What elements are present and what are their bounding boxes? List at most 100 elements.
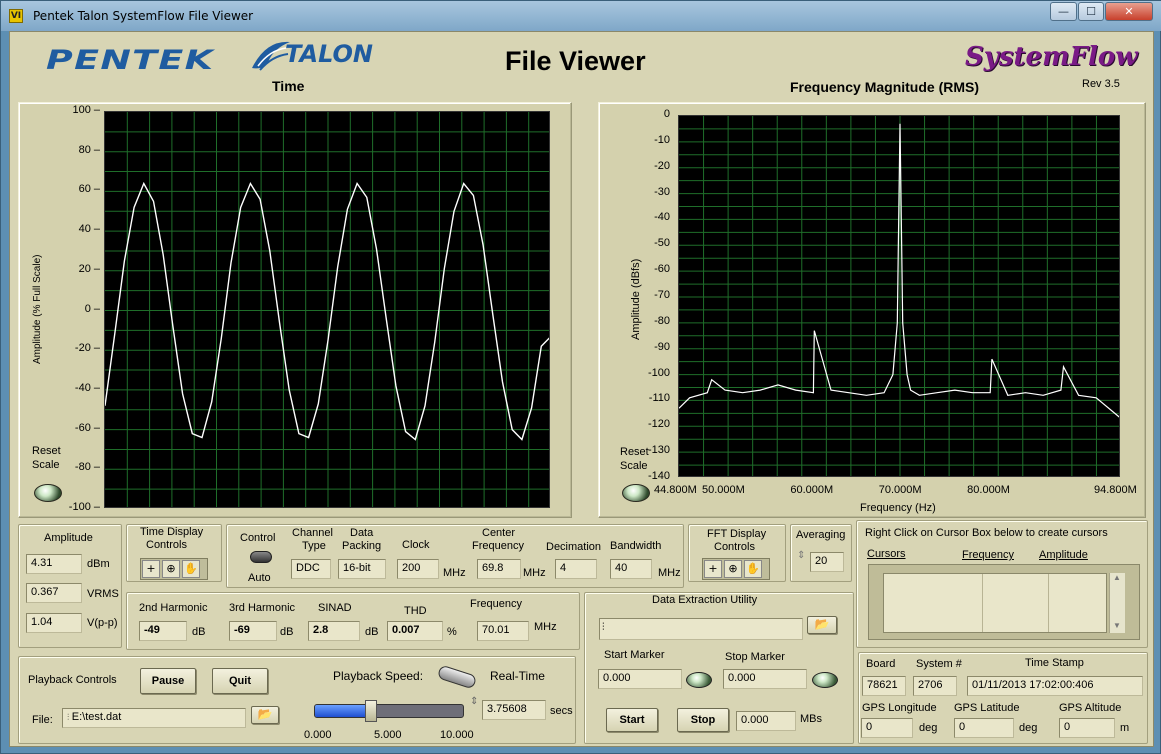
- freq-ytick-label: 0: [663, 108, 670, 120]
- amplitude-vpp-field: 1.04: [26, 613, 82, 633]
- start-marker-led[interactable]: [686, 672, 712, 688]
- board-field: 78621: [862, 676, 906, 696]
- channel-type-label1: Channel: [292, 527, 333, 539]
- cursor-box[interactable]: ▲ ▼: [868, 564, 1140, 640]
- systemflow-logo: SystemFlow: [965, 42, 1138, 72]
- gps-lon-field: 0: [861, 718, 913, 738]
- amplitude-col-header: Amplitude: [1039, 549, 1088, 561]
- freq-xtick-label: 80.000M: [967, 484, 1010, 496]
- path-icon: ⫶: [602, 622, 605, 633]
- hand-icon[interactable]: ✋: [744, 560, 762, 578]
- start-marker-label: Start Marker: [604, 649, 665, 661]
- extraction-browse-button[interactable]: 📂: [807, 616, 837, 634]
- freq-xtick-label: 70.000M: [878, 484, 922, 496]
- time-display-title2: Controls: [146, 539, 187, 551]
- timestamp-label: Time Stamp: [1025, 657, 1084, 669]
- page-title: File Viewer: [505, 46, 646, 76]
- slider-spin-icon[interactable]: ⇕: [470, 696, 478, 707]
- freq-ytick-label: -90: [654, 340, 670, 353]
- extraction-title: Data Extraction Utility: [652, 594, 758, 606]
- gps-alt-unit: m: [1120, 722, 1130, 734]
- board-label: Board: [866, 658, 896, 670]
- slider-unit: secs: [550, 705, 573, 717]
- freq-graph-plot[interactable]: [678, 115, 1120, 477]
- bandwidth-unit: MHz: [658, 567, 681, 579]
- zoom-icon[interactable]: ⊕: [724, 560, 742, 578]
- pause-button[interactable]: Pause: [140, 668, 196, 694]
- dbm-unit: dBm: [87, 558, 110, 570]
- start-marker-field[interactable]: 0.000: [598, 669, 682, 689]
- freq-ytick-label: -50: [654, 237, 670, 250]
- quit-button[interactable]: Quit: [212, 668, 268, 694]
- control-toggle[interactable]: [250, 551, 272, 563]
- freq-xtick-label: 44.800M: [654, 484, 697, 496]
- freq-reset-scale-button[interactable]: [622, 484, 650, 502]
- window-title: Pentek Talon SystemFlow File Viewer: [33, 9, 254, 23]
- amplitude-vrms-field: 0.367: [26, 583, 82, 603]
- maximize-button[interactable]: ☐: [1078, 2, 1104, 21]
- gps-lat-label: GPS Latitude: [954, 702, 1020, 714]
- fft-display-title1: FFT Display: [707, 528, 767, 540]
- title-bar[interactable]: VI Pentek Talon SystemFlow File Viewer —…: [1, 1, 1161, 31]
- start-button[interactable]: Start: [606, 708, 658, 732]
- time-ytick-label: -20 –: [74, 342, 100, 355]
- data-packing-label1: Data: [350, 527, 374, 539]
- cursor-box-scrollbar[interactable]: ▲ ▼: [1109, 573, 1125, 633]
- time-ytick-label: 40 –: [78, 223, 100, 236]
- stop-marker-led[interactable]: [812, 672, 838, 688]
- file-path-field[interactable]: ⫶ E:\test.dat: [62, 708, 246, 728]
- stop-button[interactable]: Stop: [677, 708, 729, 732]
- close-button[interactable]: ✕: [1105, 2, 1153, 21]
- gps-lat-field: 0: [954, 718, 1014, 738]
- freq-ytick-label: -40: [654, 211, 670, 224]
- stop-marker-field[interactable]: 0.000: [723, 669, 807, 689]
- gps-alt-label: GPS Altitude: [1059, 702, 1122, 714]
- speed-slider-thumb[interactable]: [365, 700, 378, 722]
- h3-label: 3rd Harmonic: [229, 602, 296, 614]
- zoom-icon[interactable]: ⊕: [162, 560, 180, 578]
- decimation-field: 4: [555, 559, 597, 579]
- center-freq-label1: Center: [482, 527, 516, 539]
- amplitude-title: Amplitude: [44, 532, 93, 544]
- minimize-button[interactable]: —: [1050, 2, 1077, 21]
- cursors-col-header: Cursors: [867, 548, 906, 560]
- sinad-unit: dB: [365, 626, 379, 638]
- freq-ytick-label: -60: [654, 263, 670, 276]
- time-ytick-label: -40 –: [74, 381, 100, 394]
- sinad-label: SINAD: [318, 602, 352, 614]
- vpp-unit: V(p-p): [87, 617, 118, 629]
- control-value: Auto: [248, 572, 271, 584]
- time-reset-scale-button[interactable]: [34, 484, 62, 502]
- gps-lon-label: GPS Longitude: [862, 702, 937, 714]
- fft-display-title2: Controls: [714, 541, 755, 553]
- speed-slider-track[interactable]: [314, 700, 464, 722]
- crosshair-icon[interactable]: +: [704, 560, 722, 578]
- time-graph-palette[interactable]: + ⊕ ✋: [140, 558, 208, 580]
- playback-title: Playback Controls: [28, 674, 117, 686]
- hand-icon[interactable]: ✋: [182, 560, 200, 578]
- freq-ytick-label: -20: [654, 159, 670, 172]
- speed-slider-fill: [315, 705, 372, 717]
- center-freq-field: 69.8: [477, 559, 521, 579]
- time-display-title1: Time Display: [140, 526, 204, 538]
- fft-graph-palette[interactable]: + ⊕ ✋: [702, 558, 770, 580]
- averaging-spin-icon[interactable]: ⇕: [797, 550, 805, 561]
- crosshair-icon[interactable]: +: [142, 560, 160, 578]
- freq-reset-label: Reset: [620, 446, 649, 458]
- freq-graph-title: Frequency Magnitude (RMS): [790, 79, 980, 95]
- freq-scale-label: Scale: [620, 460, 648, 472]
- talon-logo: TALON: [285, 40, 374, 68]
- time-ytick-label: 80 –: [78, 143, 100, 156]
- timestamp-field: 01/11/2013 17:02:00:406: [967, 676, 1143, 696]
- control-label: Control: [240, 532, 276, 544]
- extraction-path-field[interactable]: [599, 618, 803, 640]
- time-ytick-label: 0 –: [84, 302, 100, 315]
- slider-value-field[interactable]: 3.75608: [482, 700, 546, 720]
- slider-max-label: 10.000: [440, 729, 474, 741]
- file-label: File:: [32, 714, 53, 726]
- app-icon[interactable]: VI: [9, 9, 23, 23]
- time-graph-title: Time: [272, 78, 305, 94]
- time-graph-plot[interactable]: [104, 111, 550, 508]
- averaging-field[interactable]: 20: [810, 552, 844, 572]
- file-browse-button[interactable]: 📂: [251, 706, 279, 724]
